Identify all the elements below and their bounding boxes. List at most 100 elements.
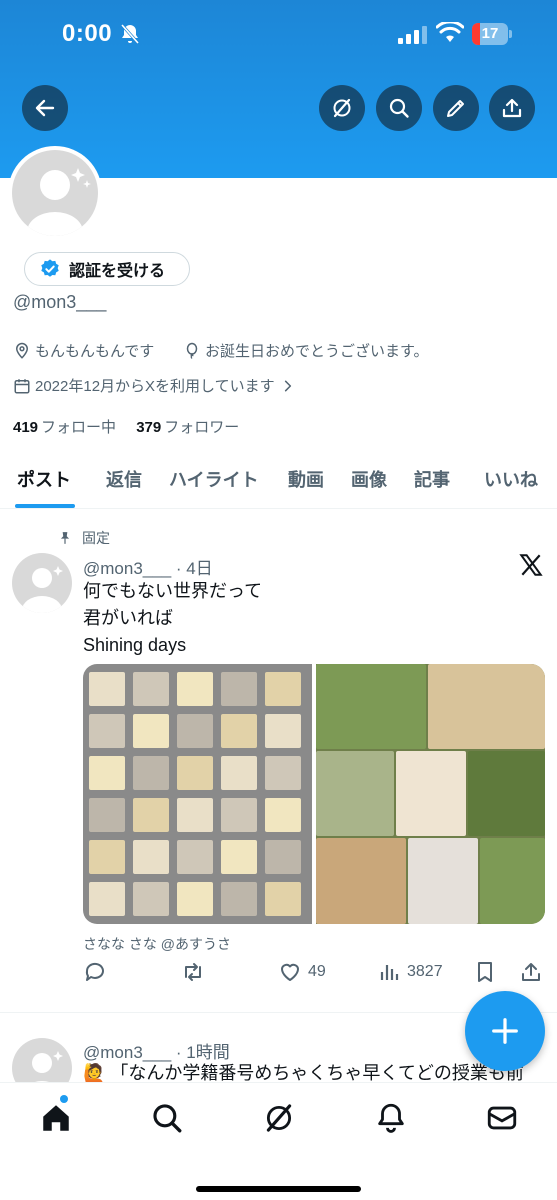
home-icon — [43, 1105, 69, 1131]
photo-print-thumbnail — [177, 882, 213, 916]
cellular-signal-icon — [398, 26, 427, 44]
photo-print-thumbnail — [133, 798, 169, 832]
status-time: 0:00 — [62, 20, 113, 47]
photo-print-thumbnail — [89, 672, 125, 706]
follow-stats: 419 フォロー中 379 フォロワー — [13, 416, 239, 437]
bookmark-button[interactable] — [473, 960, 497, 984]
default-avatar-icon — [27, 168, 91, 236]
photo-print-thumbnail — [221, 882, 257, 916]
post-header: @mon3___ · 4日 — [83, 554, 213, 579]
share-button[interactable] — [489, 85, 535, 131]
following-link[interactable]: 419 フォロー中 — [13, 419, 116, 436]
photo-print-thumbnail — [177, 798, 213, 832]
pinned-indicator: 固定 — [58, 528, 110, 548]
like-count: 49 — [308, 963, 326, 980]
grok-button[interactable] — [319, 85, 365, 131]
share-icon — [502, 98, 522, 118]
followers-label: フォロワー — [164, 419, 240, 436]
photo-print-thumbnail — [221, 798, 257, 832]
media-image-collage[interactable] — [316, 664, 545, 924]
calendar-icon — [14, 378, 30, 393]
post-actions: 49 3827 — [83, 960, 547, 986]
photo-print-thumbnail — [133, 714, 169, 748]
followers-link[interactable]: 379 フォロワー — [136, 419, 239, 436]
notifications-bell-icon — [378, 1103, 404, 1133]
nav-home[interactable] — [39, 1101, 73, 1135]
photo-print-thumbnail — [265, 798, 301, 832]
tab-highlights[interactable]: ハイライト — [169, 466, 259, 492]
battery-level: 17 — [481, 25, 499, 42]
back-arrow-icon — [35, 99, 55, 117]
photo-print-thumbnail — [265, 672, 301, 706]
back-button[interactable] — [22, 85, 68, 131]
photo-print-thumbnail — [133, 756, 169, 790]
post-line: Shining days — [83, 635, 187, 655]
home-indicator — [196, 1186, 361, 1192]
get-verified-label: 認証を受ける — [69, 263, 166, 280]
collage-photo — [408, 838, 478, 924]
location-pin-icon — [15, 342, 29, 359]
bio-row: もんもんもんです — [13, 340, 154, 361]
birthday-row: お誕生日おめでとうございます。 — [183, 340, 429, 361]
heart-icon — [281, 963, 299, 981]
plus-icon — [492, 1018, 518, 1044]
x-logo-icon[interactable] — [518, 552, 544, 578]
bell-muted-icon — [120, 24, 140, 44]
photo-print-thumbnail — [177, 714, 213, 748]
photo-print-thumbnail — [221, 756, 257, 790]
bookmark-icon — [478, 962, 492, 982]
joined-row[interactable]: 2022年12月からXを利用しています — [13, 375, 299, 396]
tab-likes[interactable]: いいね — [484, 466, 538, 492]
collage-photo — [428, 664, 545, 749]
tab-posts[interactable]: ポスト — [17, 466, 71, 492]
new-posts-dot — [60, 1095, 68, 1103]
tab-articles[interactable]: 記事 — [414, 466, 450, 492]
grok-icon — [266, 1104, 292, 1132]
media-tags[interactable]: さなな さな @あすうさ — [83, 934, 231, 954]
photo-print-thumbnail — [221, 672, 257, 706]
photo-print-thumbnail — [177, 756, 213, 790]
search-icon — [389, 98, 409, 118]
photo-print-thumbnail — [89, 756, 125, 790]
tab-replies[interactable]: 返信 — [106, 466, 142, 492]
repost-button[interactable] — [181, 960, 205, 984]
photo-print-thumbnail — [89, 798, 125, 832]
photo-print-thumbnail — [265, 714, 301, 748]
photo-print-thumbnail — [89, 714, 125, 748]
media-image-photo-grid[interactable] — [83, 664, 312, 924]
post-avatar[interactable] — [12, 553, 72, 613]
edit-pencil-icon — [447, 100, 464, 117]
nav-search[interactable] — [150, 1101, 184, 1135]
like-button[interactable]: 49 — [278, 960, 326, 984]
photo-print-thumbnail — [221, 840, 257, 874]
search-button[interactable] — [376, 85, 422, 131]
compose-post-button[interactable] — [465, 991, 545, 1071]
tab-videos[interactable]: 動画 — [288, 466, 324, 492]
tab-images[interactable]: 画像 — [351, 466, 387, 492]
chevron-right-icon — [284, 380, 291, 391]
post-handle[interactable]: @mon3___ — [83, 559, 171, 578]
nav-notifications[interactable] — [374, 1101, 408, 1135]
collage-photo — [468, 751, 545, 836]
reply-button[interactable] — [83, 960, 107, 984]
photo-print-thumbnail — [177, 840, 213, 874]
pin-icon — [60, 532, 70, 544]
share-post-button[interactable] — [519, 960, 543, 984]
post-media[interactable] — [83, 664, 545, 924]
nav-messages[interactable] — [485, 1101, 519, 1135]
post-body: 何でもない世界だって 君がいれば Shining days — [83, 578, 262, 659]
edit-profile-button[interactable] — [433, 85, 479, 131]
share-icon — [522, 963, 540, 981]
post-line: 何でもない世界だって — [83, 581, 263, 601]
photo-print-thumbnail — [265, 882, 301, 916]
photo-print-thumbnail — [133, 882, 169, 916]
profile-avatar[interactable] — [8, 146, 102, 240]
status-bar: 0:00 17 — [0, 0, 557, 70]
post-time: · 4日 — [175, 559, 213, 578]
get-verified-button[interactable]: 認証を受ける — [24, 252, 190, 286]
verified-badge-icon — [41, 259, 59, 277]
views-button[interactable]: 3827 — [377, 960, 443, 984]
collage-photo — [316, 838, 406, 924]
collage-photo — [316, 664, 426, 749]
nav-grok[interactable] — [262, 1101, 296, 1135]
